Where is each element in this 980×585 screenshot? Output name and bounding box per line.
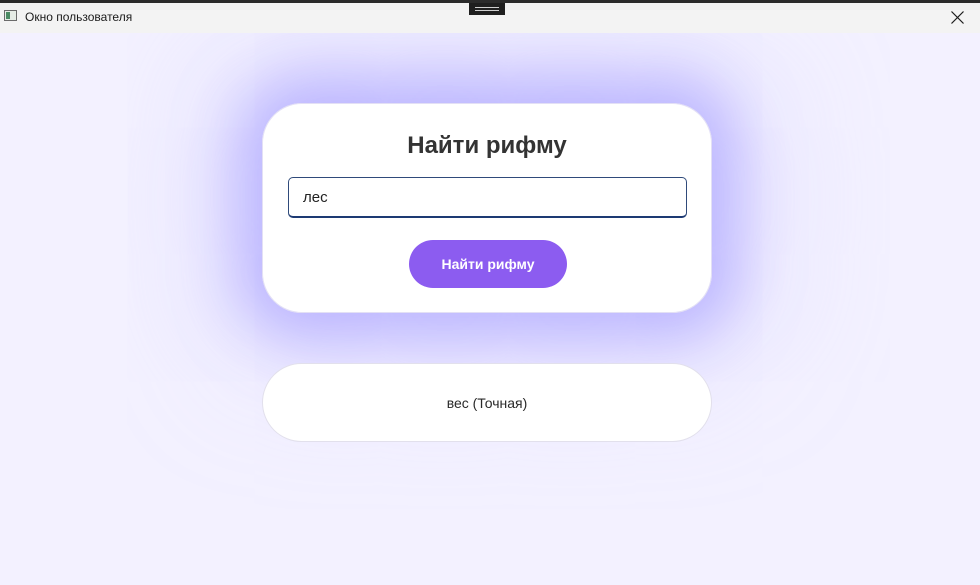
window-title: Окно пользователя bbox=[25, 10, 133, 24]
window-content: Найти рифму Найти рифму вес (Точная) bbox=[0, 33, 980, 585]
search-input[interactable] bbox=[288, 177, 687, 218]
drag-handle-icon[interactable] bbox=[469, 3, 505, 15]
app-window-icon bbox=[4, 10, 17, 21]
close-button[interactable] bbox=[934, 3, 980, 33]
search-card: Найти рифму Найти рифму bbox=[262, 103, 712, 313]
page-title: Найти рифму bbox=[407, 132, 567, 159]
close-icon bbox=[951, 11, 964, 24]
find-rhyme-button[interactable]: Найти рифму bbox=[409, 240, 567, 288]
results-card: вес (Точная) bbox=[262, 363, 712, 442]
result-item: вес (Точная) bbox=[446, 395, 528, 411]
window-titlebar[interactable]: Окно пользователя bbox=[0, 0, 980, 33]
